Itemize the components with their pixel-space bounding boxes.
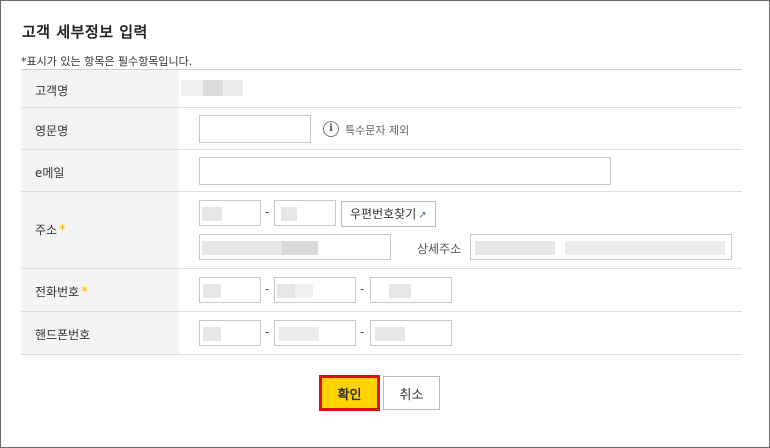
row-phone: 전화번호 * - - [21, 269, 742, 312]
row-customer-name: 고객명 [21, 70, 742, 108]
zipcode-search-label: 우편번호찾기 [350, 207, 417, 221]
label-cell: e메일 [21, 150, 179, 191]
detail-address-input[interactable] [470, 234, 732, 260]
phone-separator: - [265, 282, 270, 296]
mobile-label: 핸드폰번호 [35, 328, 91, 342]
row-mobile: 핸드폰번호 - - [21, 312, 742, 355]
required-note: *표시가 있는 항목은 필수항목입니다. [21, 55, 193, 68]
label-cell: 전화번호 * [21, 269, 179, 311]
zipcode-separator: - [265, 205, 270, 219]
phone-input-2[interactable] [274, 277, 356, 303]
detail-address-label: 상세주소 [417, 242, 462, 256]
dialog-title: 고객 세부정보 입력 [22, 23, 148, 41]
label-cell: 핸드폰번호 [21, 312, 179, 354]
row-english-name: 영문명 i 특수문자 제외 [21, 108, 742, 150]
zipcode-input-2[interactable] [274, 200, 336, 226]
english-name-hint: 특수문자 제외 [345, 124, 410, 137]
email-label: e메일 [35, 166, 65, 180]
address-label-text: 주소 [35, 223, 58, 237]
english-name-label: 영문명 [35, 124, 69, 138]
phone-separator: - [360, 282, 365, 296]
address-label: 주소 * [35, 221, 66, 238]
mobile-input-3[interactable] [370, 320, 452, 346]
customer-detail-dialog: 고객 세부정보 입력 *표시가 있는 항목은 필수항목입니다. 고객명 영문명 … [0, 0, 770, 448]
phone-input-3[interactable] [370, 277, 452, 303]
address-input[interactable] [199, 234, 391, 260]
row-email: e메일 [21, 150, 742, 192]
external-link-icon: ↗ [418, 210, 427, 221]
required-star: * [81, 285, 88, 300]
required-star: * [59, 223, 66, 238]
mobile-separator: - [265, 325, 270, 339]
mobile-input-1[interactable] [199, 320, 261, 346]
mobile-input-2[interactable] [274, 320, 356, 346]
phone-input-1[interactable] [199, 277, 261, 303]
phone-label-text: 전화번호 [35, 285, 80, 299]
phone-label: 전화번호 * [35, 283, 88, 300]
zipcode-input-1[interactable] [199, 200, 261, 226]
confirm-button[interactable]: 확인 [319, 375, 380, 411]
customer-name-value [181, 80, 243, 96]
label-cell: 주소 * [21, 192, 179, 268]
label-cell: 고객명 [21, 70, 179, 107]
label-cell: 영문명 [21, 108, 179, 149]
cancel-button[interactable]: 취소 [383, 376, 440, 410]
info-icon: i [323, 121, 339, 137]
email-input[interactable] [199, 157, 611, 185]
row-address: 주소 * - 우편번호찾기 ↗ 상세주소 [21, 192, 742, 269]
customer-form: 고객명 영문명 i 특수문자 제외 e메일 주소 * - 우편번호찾기 ↗ 상세… [21, 69, 742, 355]
english-name-input[interactable] [199, 115, 311, 143]
mobile-separator: - [360, 325, 365, 339]
zipcode-search-button[interactable]: 우편번호찾기 ↗ [341, 201, 436, 227]
customer-name-label: 고객명 [35, 84, 69, 98]
